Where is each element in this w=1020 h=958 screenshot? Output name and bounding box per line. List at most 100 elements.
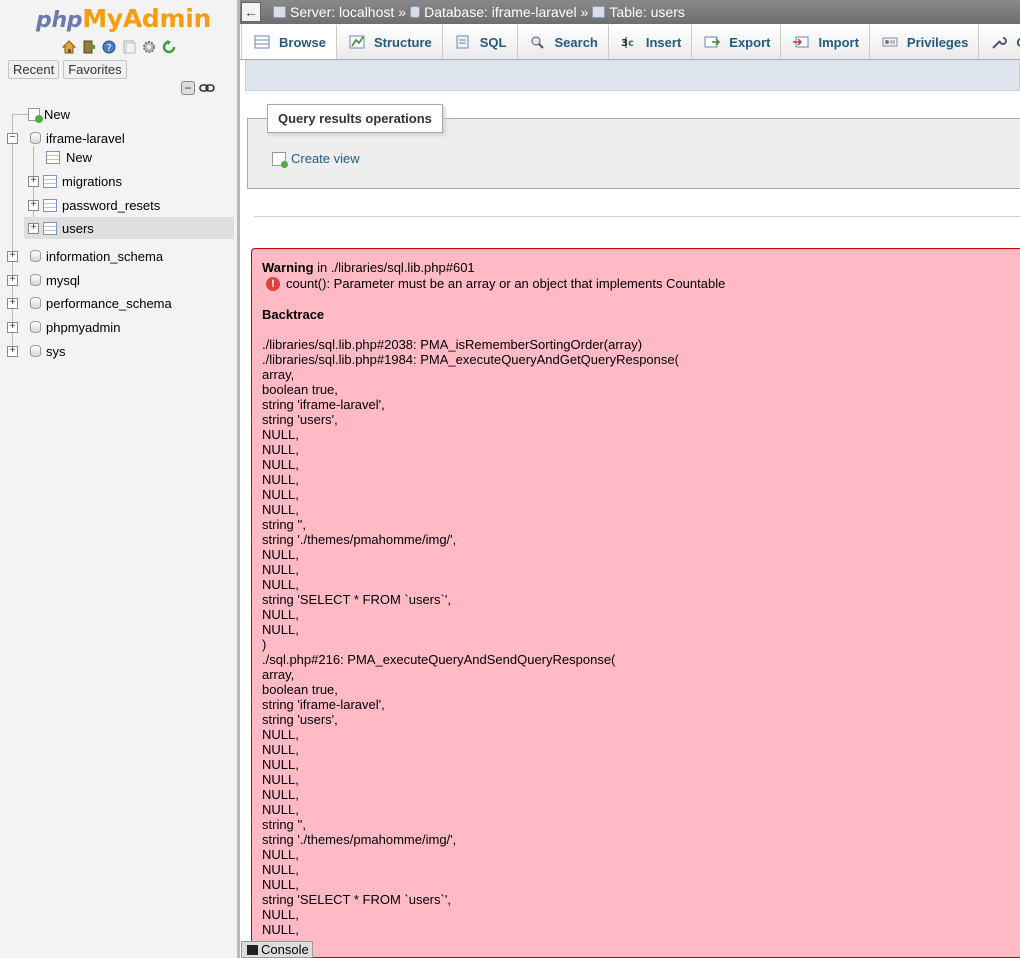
backtrace-line: string 'iframe-laravel', [262,697,385,712]
tree-db-phpmyadmin[interactable]: + phpmyadmin [7,316,120,338]
console-toggle[interactable]: Console [241,941,313,958]
tree-db-label[interactable]: mysql [46,273,80,288]
tab-import[interactable]: Import [781,25,870,59]
tree-table-users[interactable]: + users [24,217,234,239]
browse-icon [254,35,270,49]
tree-table-label[interactable]: migrations [62,174,122,189]
error-warning-box: Warning in ./libraries/sql.lib.php#601 !… [251,248,1020,958]
tree-controls: − [181,81,215,95]
tree-db-label[interactable]: phpmyadmin [46,320,120,335]
collapse-icon[interactable]: − [7,132,18,144]
breadcrumb-database[interactable]: Database: iframe-laravel [410,4,577,20]
tree-table-migrations[interactable]: + migrations [28,170,122,192]
warning-location: in ./libraries/sql.lib.php#601 [313,260,475,275]
quick-links: ? [60,38,178,56]
collapse-all-icon[interactable]: − [181,81,195,95]
server-icon [273,6,286,18]
insert-icon: 3c [621,35,637,49]
backtrace-line: NULL, [262,622,299,637]
query-results-legend: Query results operations [267,104,443,133]
tab-label: Privileges [906,34,969,50]
expand-icon[interactable]: + [7,274,18,286]
tab-privileges[interactable]: Privileges [869,25,980,59]
tree-db-sys[interactable]: + sys [7,340,66,362]
tab-browse[interactable]: Browse [241,25,337,59]
docs-icon[interactable] [120,38,138,56]
breadcrumb-database-label[interactable]: Database: iframe-laravel [424,4,577,20]
expand-icon[interactable]: + [7,250,18,262]
backtrace-line: NULL, [262,427,299,442]
help-icon[interactable]: ? [100,38,118,56]
database-icon [30,250,41,262]
navigation-panel: phpMyAdmin ? Recent Favorites − New − if… [0,0,240,958]
expand-icon[interactable]: + [7,345,18,357]
tab-label: Search [554,34,598,50]
phpmyadmin-logo[interactable]: phpMyAdmin [36,4,211,33]
breadcrumb-server[interactable]: Server: localhost [273,4,394,20]
database-icon [30,132,41,144]
create-view-link[interactable]: Create view [272,151,360,168]
expand-icon[interactable]: + [7,321,18,333]
backtrace-line: ./sql.php#216: PMA_executeQueryAndSendQu… [262,652,616,667]
tree-db-information-schema[interactable]: + information_schema [7,245,163,267]
tab-label: Structure [373,34,432,50]
reload-icon[interactable] [160,38,178,56]
backtrace-title: Backtrace [262,307,325,322]
tree-table-label[interactable]: users [62,221,94,236]
table-tabs: Browse Structure SQL Search 3c Insert Ex… [240,25,1020,60]
breadcrumb-table[interactable]: Table: users [592,4,685,20]
home-icon[interactable] [60,38,78,56]
database-icon [410,6,421,18]
tree-db-label[interactable]: sys [46,344,66,359]
tab-operations[interactable]: O [979,25,1020,59]
backtrace-line: string 'SELECT * FROM `users`', [262,592,451,607]
tree-new-database[interactable]: New [28,103,70,125]
tree-db-mysql[interactable]: + mysql [7,269,80,291]
tree-new-label: New [44,106,71,122]
breadcrumb-server-label[interactable]: Server: localhost [290,4,394,20]
error-icon: ! [266,276,280,291]
backtrace-line: NULL, [262,772,299,787]
settings-icon[interactable] [140,38,158,56]
tree-db-label[interactable]: performance_schema [46,296,172,311]
svg-text:c: c [628,38,634,49]
breadcrumb-separator: » [580,4,589,20]
backtrace-line: NULL, [262,847,299,862]
tab-insert[interactable]: 3c Insert [608,25,693,59]
tab-sql[interactable]: SQL [442,25,518,59]
expand-icon[interactable]: + [28,222,39,234]
breadcrumb-table-label[interactable]: Table: users [609,4,684,20]
tree-new-table[interactable]: New [46,146,92,168]
tab-export[interactable]: Export [692,25,782,59]
warning-label: Warning [262,260,314,275]
backtrace-line: ./libraries/sql.lib.php#1984: PMA_execut… [262,352,679,367]
recent-button[interactable]: Recent [8,60,60,79]
link-with-main-icon[interactable] [199,81,215,95]
backtrace-line: boolean true, [262,682,338,697]
backtrace-line: NULL, [262,907,299,922]
tab-search[interactable]: Search [517,25,609,59]
tree-db-label[interactable]: information_schema [46,249,163,264]
panel-resizer[interactable] [237,0,240,958]
tab-subbar [245,60,1020,91]
logout-icon[interactable] [80,38,98,56]
back-arrow-icon[interactable]: ← [241,2,261,22]
expand-icon[interactable]: + [7,297,18,309]
backtrace-line: NULL, [262,457,299,472]
expand-icon[interactable]: + [28,199,39,211]
tab-structure[interactable]: Structure [336,25,443,59]
svg-text:?: ? [106,43,111,54]
backtrace-line: NULL, [262,607,299,622]
backtrace-line: NULL, [262,442,299,457]
favorites-button[interactable]: Favorites [63,60,127,79]
new-database-icon [28,107,43,123]
tree-db-performance-schema[interactable]: + performance_schema [7,292,172,314]
expand-icon[interactable]: + [28,175,39,187]
backtrace-line: array, [262,367,295,382]
create-view-label[interactable]: Create view [291,151,360,166]
export-icon [704,35,721,49]
tree-db-label[interactable]: iframe-laravel [46,131,125,146]
svg-text:3: 3 [621,38,628,49]
tree-table-label[interactable]: password_resets [62,198,160,213]
tree-table-password-resets[interactable]: + password_resets [28,194,160,216]
